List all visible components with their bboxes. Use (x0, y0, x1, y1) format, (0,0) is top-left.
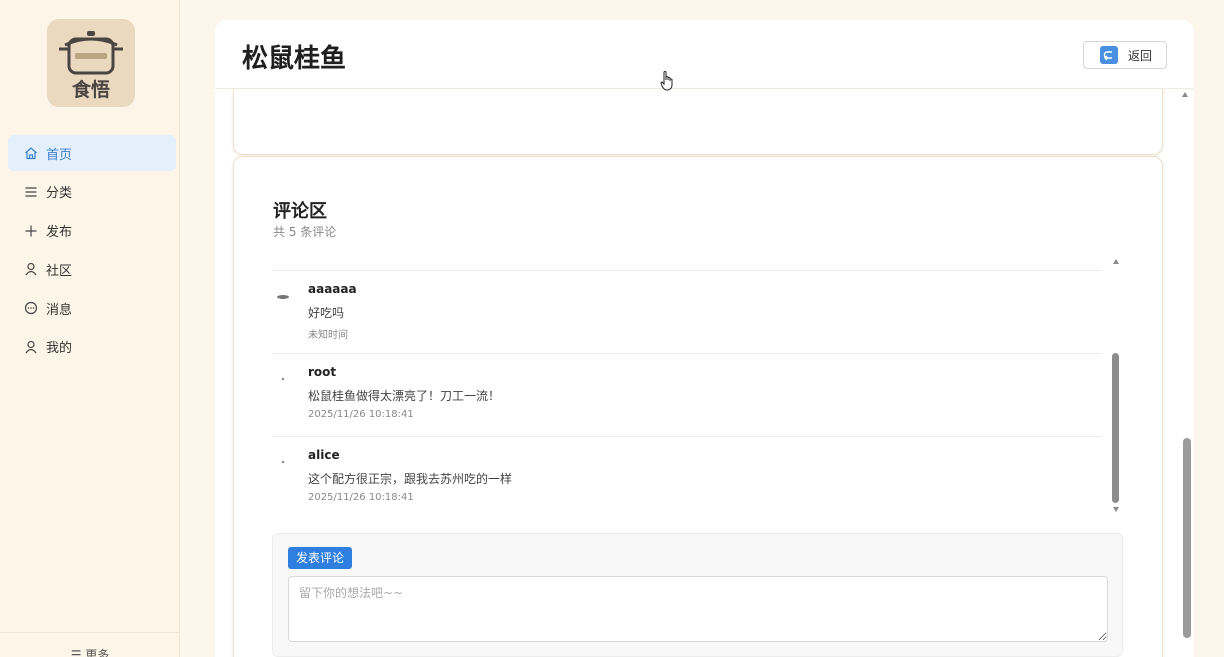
pot-icon (59, 31, 123, 75)
comment-time: 未知时间 (308, 330, 348, 341)
scroll-up-arrow-icon[interactable] (1113, 259, 1119, 264)
sidebar-item-label: 发布 (46, 225, 73, 241)
sidebar-item-label: 分类 (46, 186, 73, 202)
scroll-up-arrow-icon[interactable] (1182, 92, 1188, 97)
comment-time: 2025/11/26 10:18:41 (308, 492, 414, 503)
logo-text: 食悟 (71, 79, 110, 101)
page-scrollbar[interactable] (1180, 88, 1191, 648)
comment-item: alice 这个配方很正宗，跟我去苏州吃的一样 2025/11/26 10:18… (272, 437, 1102, 512)
page-header: 松鼠桂鱼 返回 (215, 20, 1194, 89)
sidebar-item-publish[interactable]: 发布 (8, 213, 176, 249)
plus-icon (25, 225, 37, 237)
return-icon (1100, 46, 1118, 64)
comments-card: 评论区 共 5 条评论 aaaaaa 好吃吗 未知时间 root 松鼠桂鱼做得太… (233, 156, 1163, 657)
hand-cursor-icon (660, 71, 673, 91)
sidebar-item-label: 社区 (46, 263, 73, 279)
publish-comment-button[interactable]: 发表评论 (288, 547, 353, 569)
avatar (281, 460, 285, 464)
comment-time: 2025/11/26 10:18:41 (308, 409, 414, 420)
comment-user: alice (308, 448, 340, 462)
sidebar-item-home[interactable]: 首页 (8, 135, 176, 171)
comment-content: 好吃吗 (308, 306, 345, 320)
comment-composer: 发表评论 (272, 533, 1123, 657)
avatar (277, 295, 289, 299)
avatar (281, 377, 285, 381)
sidebar-item-label: 首页 (46, 147, 73, 163)
sidebar: 食悟 首页 分类 发布 社区 消息 我的 ☰ 更多 (0, 0, 180, 657)
main-panel: 松鼠桂鱼 返回 评论区 共 5 条评论 aaaaaa 好吃吗 未知时间 root (215, 20, 1194, 657)
comment-list-scrollbar[interactable] (1112, 257, 1122, 512)
back-button[interactable]: 返回 (1083, 41, 1167, 69)
comments-count: 共 5 条评论 (273, 225, 337, 239)
scrollbar-thumb[interactable] (1112, 353, 1119, 503)
comment-content: 松鼠桂鱼做得太漂亮了！刀工一流！ (308, 389, 501, 403)
page-title: 松鼠桂鱼 (242, 44, 347, 74)
home-icon (25, 147, 37, 160)
sidebar-item-label: 我的 (46, 341, 73, 357)
sidebar-item-community[interactable]: 社区 (8, 251, 176, 287)
user-icon (25, 340, 37, 354)
comment-list[interactable]: aaaaaa 好吃吗 未知时间 root 松鼠桂鱼做得太漂亮了！刀工一流！ 20… (272, 257, 1102, 512)
sidebar-item-messages[interactable]: 消息 (8, 290, 176, 326)
comment-input[interactable] (288, 576, 1108, 642)
more-label: 更多 (85, 648, 110, 657)
recipe-card (233, 89, 1163, 155)
comment-content: 这个配方很正宗，跟我去苏州吃的一样 (308, 472, 513, 486)
comment-item: aaaaaa 好吃吗 未知时间 (272, 271, 1102, 353)
scroll-down-arrow-icon[interactable] (1113, 507, 1119, 512)
comment-user: root (308, 365, 337, 379)
chat-icon (24, 302, 38, 315)
sidebar-item-category[interactable]: 分类 (8, 174, 176, 210)
comment-user: aaaaaa (308, 282, 357, 296)
sidebar-item-label: 消息 (46, 302, 73, 318)
user-icon (25, 263, 37, 276)
menu-icon (25, 187, 37, 197)
menu-icon: ☰ (70, 648, 86, 657)
back-label: 返回 (1128, 48, 1153, 63)
comment-item: root 松鼠桂鱼做得太漂亮了！刀工一流！ 2025/11/26 10:18:4… (272, 354, 1102, 436)
more-button[interactable]: ☰ 更多 (0, 632, 180, 657)
sidebar-nav: 首页 分类 发布 社区 消息 我的 (8, 135, 176, 368)
sidebar-item-mine[interactable]: 我的 (8, 329, 176, 365)
comments-title: 评论区 (273, 201, 327, 222)
scrollbar-thumb[interactable] (1183, 438, 1191, 638)
app-logo[interactable]: 食悟 (47, 19, 135, 107)
